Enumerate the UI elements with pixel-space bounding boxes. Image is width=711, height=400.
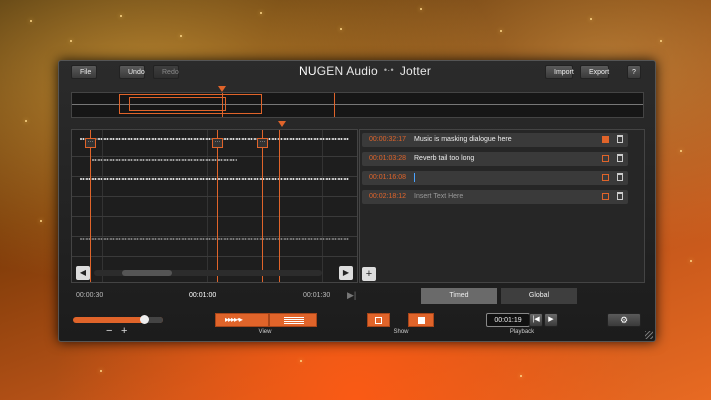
note-time[interactable]: 00:02:18:12 [369,193,406,200]
redo-button[interactable]: Redo [153,65,179,79]
note-text[interactable]: Music is masking dialogue here [414,136,512,143]
undo-button[interactable]: Undo [119,65,145,79]
note-checkbox[interactable] [602,136,609,143]
playback-caption: Playback [509,329,535,335]
gear-icon: ⚙ [619,315,629,325]
play-button[interactable]: ▶ [544,313,558,327]
settings-button[interactable]: ⚙ [607,313,641,327]
track-divider [72,236,357,237]
playback-time-display[interactable]: 00:01:19 [486,313,530,327]
track-divider [72,196,357,197]
grid-line [102,130,103,282]
view-waveform-button[interactable]: ▸▸▸▸•▸ [215,313,269,327]
resize-grip-icon[interactable] [645,331,653,339]
note-marker-icon[interactable]: ··· [85,138,96,148]
show-caption: Show [393,329,409,335]
brand-gen-audio: GEN Audio [316,64,378,78]
note-text-placeholder[interactable]: Insert Text Here [414,193,463,200]
tab-global[interactable]: Global [501,288,577,304]
overview-inner-range [129,97,226,111]
overview-playhead-icon[interactable] [218,86,226,92]
brand-product: Jotter [399,64,432,78]
time-label: 00:00:30 [76,292,104,299]
time-label: 00:01:00 [189,292,217,299]
scroll-right-button[interactable]: ▶ [339,266,353,280]
note-time[interactable]: 00:00:32:17 [369,136,406,143]
overview-marker [334,93,335,117]
note-row[interactable]: 00:01:03:28 Reverb tail too long [362,152,628,166]
trash-icon[interactable] [617,135,623,143]
jotter-window: File Undo Redo NUGEN Audio •·• Jotter Impo… [58,60,656,342]
track-waveform [80,178,349,180]
track-divider [72,256,357,257]
brand-separator-icon: •·• [383,65,394,75]
playhead-handle-icon[interactable] [278,121,286,127]
tab-timed[interactable]: Timed [421,288,497,304]
waveform-track-view[interactable]: ··· ··· ··· ◀ ▶ [71,129,358,283]
note-marker-line [217,130,218,282]
note-time[interactable]: 00:01:03:28 [369,155,406,162]
time-label: 00:01:30 [303,292,331,299]
overview-waveform[interactable] [71,86,644,118]
note-checkbox[interactable] [602,155,609,162]
show-solid-button[interactable] [408,313,434,327]
note-marker-icon[interactable]: ··· [212,138,223,148]
note-row[interactable]: 00:02:18:12 Insert Text Here [362,190,628,204]
track-waveform [80,238,349,240]
note-marker-line [90,130,91,282]
skip-to-end-icon[interactable]: ▶| [347,290,356,301]
trash-icon[interactable] [617,192,623,200]
note-marker-line [262,130,263,282]
playhead-line [279,130,280,282]
import-button[interactable]: Import [545,65,574,79]
grid-line [207,130,208,282]
note-checkbox[interactable] [602,174,609,181]
square-solid-icon [418,317,425,324]
note-marker-icon[interactable]: ··· [257,138,268,148]
notes-list: 00:00:32:17 Music is masking dialogue he… [359,129,645,283]
square-outline-icon [375,317,382,324]
list-icon [284,317,304,324]
trash-icon[interactable] [617,154,623,162]
volume-down-button[interactable]: − [106,325,112,337]
show-outline-button[interactable] [367,313,390,327]
scroll-left-button[interactable]: ◀ [76,266,90,280]
export-button[interactable]: Export [580,65,609,79]
track-divider [72,156,357,157]
text-cursor [414,173,415,182]
track-waveform [92,159,237,161]
file-button[interactable]: File [71,65,97,79]
help-button[interactable]: ? [627,65,641,79]
note-row[interactable]: 00:00:32:17 Music is masking dialogue he… [362,133,628,147]
note-time[interactable]: 00:01:16:08 [369,174,406,181]
volume-slider-knob[interactable] [140,315,149,324]
trash-icon[interactable] [617,173,623,181]
track-divider [72,216,357,217]
brand-nu: NU [299,64,317,78]
overview-marker [222,93,223,117]
grid-line [322,130,323,282]
timeline-scrollbar[interactable] [94,270,322,276]
volume-up-button[interactable]: + [121,325,127,337]
add-note-button[interactable]: + [362,267,376,281]
note-checkbox[interactable] [602,193,609,200]
note-text[interactable]: Reverb tail too long [414,155,474,162]
waveform-icon: ▸▸▸▸•▸ [225,315,243,324]
view-list-button[interactable] [269,313,317,327]
note-row[interactable]: 00:01:16:08 [362,171,628,185]
skip-back-button[interactable]: |◀ [529,313,543,327]
volume-slider[interactable] [73,315,163,324]
brand-logo: NUGEN Audio •·• Jotter [299,64,431,78]
scrollbar-thumb[interactable] [122,270,172,276]
view-caption: View [258,329,272,335]
track-divider [72,176,357,177]
